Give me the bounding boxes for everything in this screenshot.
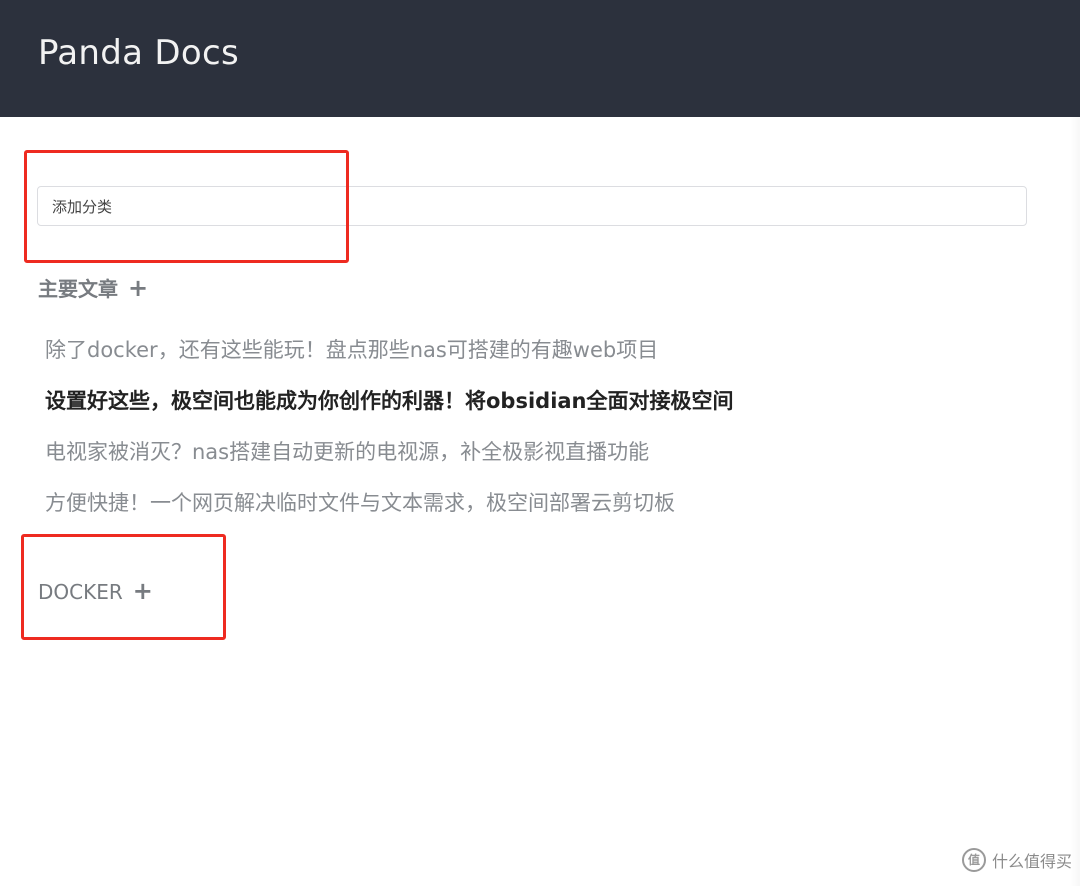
article-list: 除了docker，还有这些能玩！盘点那些nas可搭建的有趣web项目 设置好这些… bbox=[45, 334, 734, 538]
smzdm-logo-icon: 值 bbox=[961, 848, 986, 872]
article-link[interactable]: 电视家被消灭？nas搭建自动更新的电视源，补全极影视直播功能 bbox=[45, 436, 734, 487]
category-header-main: 主要文章 + bbox=[38, 274, 148, 303]
category-name: 主要文章 bbox=[38, 277, 118, 301]
watermark: 值 什么值得买 bbox=[961, 848, 1072, 872]
article-link[interactable]: 除了docker，还有这些能玩！盘点那些nas可搭建的有趣web项目 bbox=[45, 334, 734, 385]
plus-icon[interactable]: + bbox=[128, 274, 148, 302]
app-title[interactable]: Panda Docs bbox=[38, 33, 239, 73]
annotation-box-docker bbox=[21, 534, 226, 640]
watermark-text: 什么值得买 bbox=[991, 852, 1072, 871]
scroll-edge-shadow bbox=[1070, 117, 1080, 886]
top-bar: Panda Docs bbox=[0, 0, 1080, 117]
annotation-box-search bbox=[24, 150, 349, 263]
article-link-active[interactable]: 设置好这些，极空间也能成为你创作的利器！将obsidian全面对接极空间 bbox=[45, 385, 734, 436]
article-link[interactable]: 方便快捷！一个网页解决临时文件与文本需求，极空间部署云剪切板 bbox=[45, 487, 734, 538]
